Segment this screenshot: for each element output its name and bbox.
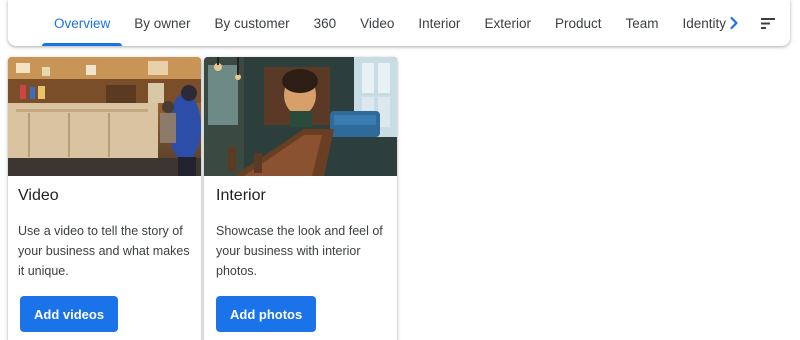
tab-label: Overview <box>54 15 111 31</box>
card-description: Use a video to tell the story of your bu… <box>18 224 190 278</box>
add-photos-button[interactable]: Add photos <box>216 296 317 332</box>
tab-team[interactable]: Team <box>613 0 670 46</box>
chevron-right-icon <box>730 16 738 30</box>
tab-product[interactable]: Product <box>543 0 614 46</box>
tab-360[interactable]: 360 <box>302 0 349 46</box>
tab-label: Team <box>625 15 659 31</box>
interior-card-image <box>204 57 397 176</box>
tab-label: Product <box>554 15 602 31</box>
tab-label: Interior <box>418 15 461 31</box>
sort-button[interactable] <box>756 11 780 35</box>
interior-card: Interior Showcase the look and feel of y… <box>204 57 397 340</box>
sort-icon <box>761 18 775 29</box>
add-videos-button[interactable]: Add videos <box>20 296 119 332</box>
tab-label: By owner <box>134 15 191 31</box>
card-description: Showcase the look and feel of your busin… <box>216 224 383 278</box>
page: Overview By owner By customer 360 Video … <box>0 0 800 340</box>
card-title: Interior <box>216 187 266 204</box>
tab-label: 360 <box>313 15 337 31</box>
tab-interior[interactable]: Interior <box>406 0 472 46</box>
tab-exterior[interactable]: Exterior <box>472 0 543 46</box>
tab-video[interactable]: Video <box>348 0 406 46</box>
tab-label: Exterior <box>484 15 531 31</box>
card-title: Video <box>18 187 59 204</box>
scroll-tabs-next-button[interactable] <box>722 11 746 35</box>
category-tab-bar: Overview By owner By customer 360 Video … <box>8 0 790 46</box>
tab-list: Overview By owner By customer 360 Video … <box>42 0 738 46</box>
tab-overview[interactable]: Overview <box>42 0 123 46</box>
tab-label: Video <box>360 15 395 31</box>
tab-by-customer[interactable]: By customer <box>203 0 302 46</box>
tab-by-owner[interactable]: By owner <box>122 0 202 46</box>
video-card-image <box>8 57 201 176</box>
tab-label: Identity <box>682 15 727 31</box>
video-card: Video Use a video to tell the story of y… <box>8 57 201 340</box>
tab-label: By customer <box>214 15 290 31</box>
